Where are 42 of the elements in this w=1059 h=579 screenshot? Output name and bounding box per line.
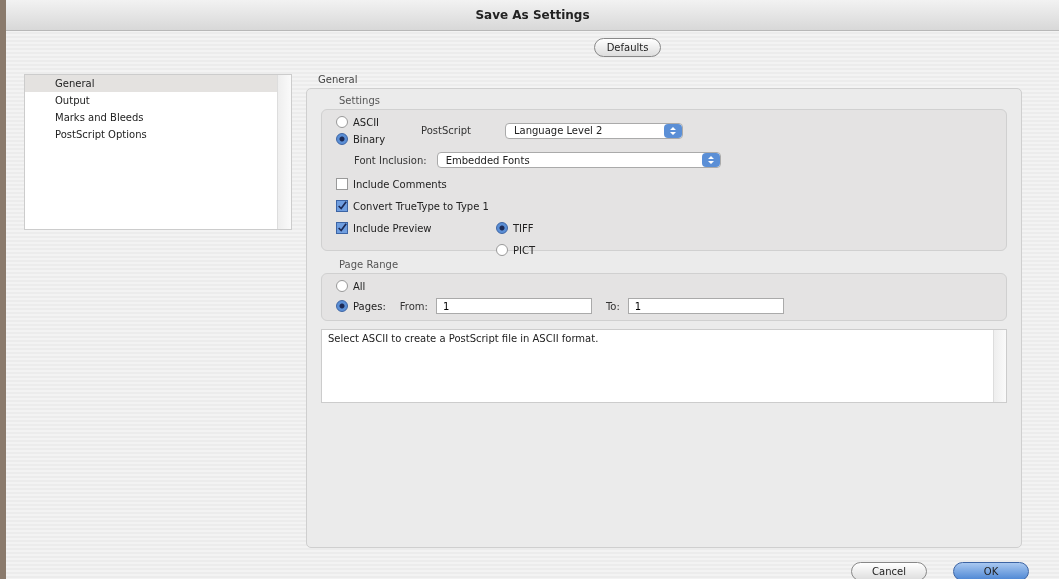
- radio-button[interactable]: [336, 280, 348, 292]
- sidebar-item[interactable]: General: [25, 75, 277, 92]
- checkbox[interactable]: [336, 222, 348, 234]
- radio-button[interactable]: [336, 133, 348, 145]
- scroll-bar[interactable]: [993, 330, 1006, 402]
- to-field[interactable]: 1: [627, 298, 784, 314]
- radio-button[interactable]: [496, 244, 508, 256]
- radio-label: Binary: [353, 133, 386, 145]
- radio-label: All: [353, 280, 366, 292]
- cancel-button[interactable]: Cancel: [851, 562, 927, 579]
- postscript-dropdown[interactable]: Language Level 2: [504, 122, 683, 139]
- panel-title: General: [317, 74, 359, 87]
- font-inclusion-dropdown[interactable]: Embedded Fonts: [436, 152, 721, 168]
- scroll-bar[interactable]: [277, 75, 291, 229]
- checkbox[interactable]: [336, 200, 348, 212]
- field-label: PostScript: [421, 125, 471, 136]
- stepper-icon: [701, 153, 720, 167]
- field-label: Font Inclusion:: [354, 154, 427, 166]
- checkbox-label: Include Comments: [353, 178, 447, 190]
- sidebar-item[interactable]: PostScript Options: [25, 126, 277, 143]
- group-title: Settings: [338, 95, 381, 108]
- radio-label: TIFF: [513, 222, 534, 234]
- sidebar-item[interactable]: Marks and Bleeds: [25, 109, 277, 126]
- stepper-icon: [663, 123, 682, 138]
- field-label: From:: [399, 300, 428, 312]
- radio-label: Pages:: [353, 300, 386, 312]
- checkbox-label: Include Preview: [353, 222, 432, 234]
- radio-label: ASCII: [353, 116, 380, 128]
- group-title: Page Range: [338, 259, 400, 272]
- ok-button[interactable]: OK: [953, 562, 1029, 579]
- from-field[interactable]: 1: [435, 298, 592, 314]
- window-title: Save As Settings: [475, 8, 590, 22]
- defaults-button[interactable]: Defaults: [593, 38, 662, 57]
- radio-button[interactable]: [336, 116, 348, 128]
- description-text: Select ASCII to create a PostScript file in ASCII format.: [327, 332, 600, 346]
- radio-label: PICT: [513, 244, 536, 256]
- field-label: To:: [605, 300, 620, 312]
- checkbox[interactable]: [336, 178, 348, 190]
- sidebar-item[interactable]: Output: [25, 92, 277, 109]
- radio-button[interactable]: [496, 222, 508, 234]
- radio-button[interactable]: [336, 300, 348, 312]
- checkbox-label: Convert TrueType to Type 1: [353, 200, 489, 212]
